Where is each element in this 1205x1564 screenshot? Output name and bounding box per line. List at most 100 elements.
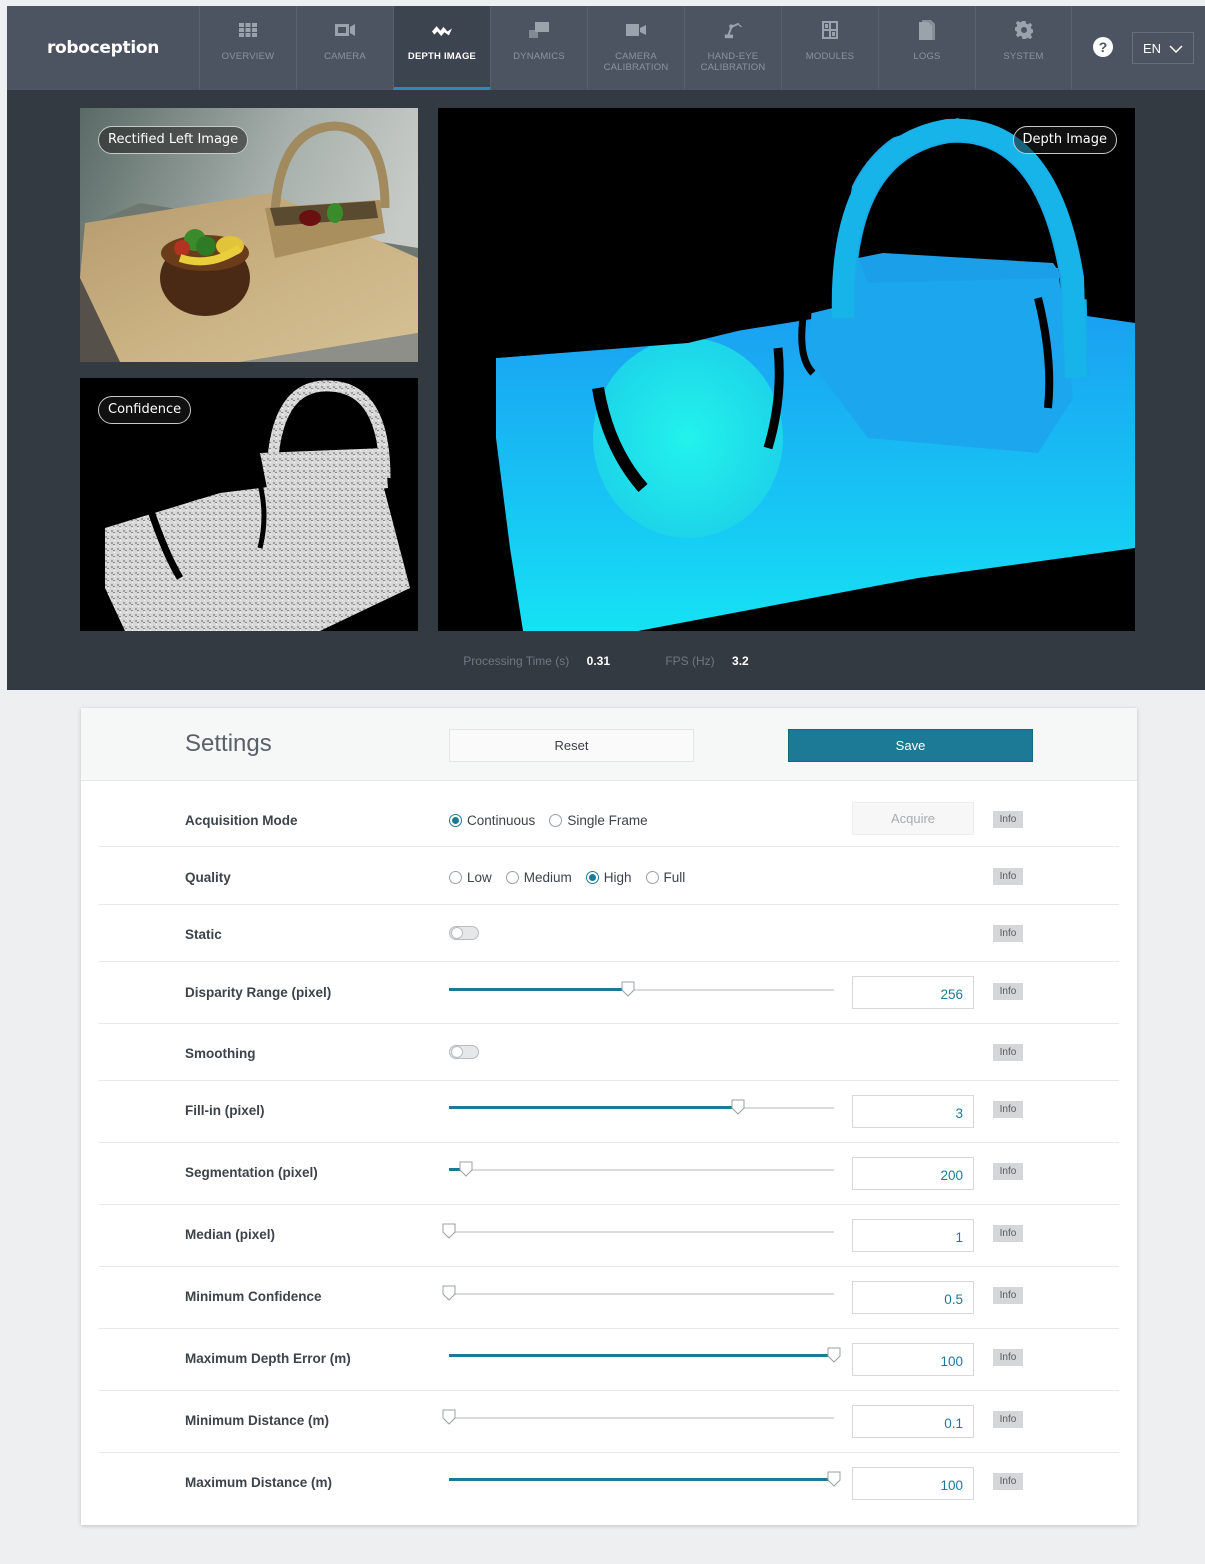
save-button[interactable]: Save — [788, 729, 1033, 762]
slider-thumb[interactable] — [827, 1471, 841, 1487]
fill-in-input[interactable]: 3 — [852, 1095, 974, 1128]
radio-dot[interactable] — [585, 871, 599, 884]
smoothing-toggle[interactable] — [449, 1045, 479, 1059]
info-button[interactable]: Info — [993, 868, 1023, 885]
minimum-confidence-input[interactable]: 0.5 — [852, 1281, 974, 1314]
tab-camera-calibration[interactable]: CAMERA CALIBRATION — [587, 6, 684, 90]
radio-medium[interactable]: Medium — [505, 870, 572, 885]
tab-overview[interactable]: OVERVIEW — [199, 6, 296, 90]
slider-fill — [449, 1354, 834, 1357]
tab-system[interactable]: SYSTEM — [975, 6, 1072, 90]
disparity-range-slider[interactable] — [449, 980, 834, 1000]
static-toggle[interactable] — [449, 926, 479, 940]
rectified-left-image-label: Rectified Left Image — [98, 126, 249, 154]
setting-label: Median (pixel) — [185, 1227, 276, 1242]
setting-label: Static — [185, 927, 222, 942]
depth-image — [438, 108, 1135, 631]
slider-thumb[interactable] — [827, 1347, 841, 1363]
setting-minimum-confidence: Minimum Confidence 0.5 Info — [99, 1267, 1119, 1329]
confidence-panel: Confidence — [80, 378, 418, 631]
info-button[interactable]: Info — [993, 1349, 1023, 1366]
segmentation-slider[interactable] — [449, 1160, 834, 1180]
radio-continuous[interactable]: Continuous — [449, 813, 535, 828]
setting-label: Smoothing — [185, 1046, 256, 1061]
maximum-distance-slider[interactable] — [449, 1470, 841, 1490]
help-icon[interactable]: ? — [1093, 37, 1113, 57]
radio-dot[interactable] — [449, 814, 462, 827]
minimum-distance-slider[interactable] — [442, 1408, 834, 1428]
tab-label: MODULES — [805, 51, 855, 62]
slider-thumb[interactable] — [731, 1099, 745, 1115]
info-button[interactable]: Info — [993, 1225, 1023, 1242]
setting-label: Minimum Distance (m) — [185, 1413, 330, 1428]
info-button[interactable]: Info — [993, 983, 1023, 1000]
settings-rows: Acquisition Mode Continuous Single Frame… — [99, 782, 1119, 1515]
rectified-left-image-panel: Rectified Left Image — [80, 108, 418, 362]
minimum-confidence-slider[interactable] — [442, 1284, 834, 1304]
document-icon — [917, 20, 937, 40]
radio-dot[interactable] — [449, 871, 462, 884]
language-select[interactable]: EN — [1132, 32, 1194, 64]
setting-label: Maximum Depth Error (m) — [185, 1351, 351, 1366]
radio-dot[interactable] — [645, 871, 659, 884]
depth-image-panel: Depth Image — [438, 108, 1135, 631]
gear-icon — [1014, 20, 1034, 40]
modules-icon — [820, 20, 840, 40]
radio-full[interactable]: Full — [645, 870, 685, 885]
setting-label: Segmentation (pixel) — [185, 1165, 318, 1180]
slider-fill — [449, 1478, 834, 1481]
tab-hand-eye-calibration[interactable]: HAND-EYE CALIBRATION — [684, 6, 781, 90]
radio-high[interactable]: High — [585, 870, 632, 885]
fill-in-slider[interactable] — [449, 1098, 834, 1118]
tab-modules[interactable]: MODULES — [781, 6, 878, 90]
info-button[interactable]: Info — [993, 811, 1023, 828]
slider-track — [449, 1293, 834, 1295]
info-button[interactable]: Info — [993, 1101, 1023, 1118]
setting-acquisition-mode: Acquisition Mode Continuous Single Frame… — [99, 782, 1119, 847]
slider-thumb[interactable] — [442, 1223, 456, 1239]
maximum-depth-error-slider[interactable] — [449, 1346, 841, 1366]
slider-thumb[interactable] — [442, 1409, 456, 1425]
slider-thumb[interactable] — [459, 1161, 473, 1177]
median-slider[interactable] — [442, 1222, 834, 1242]
brand-logo[interactable]: roboception — [7, 6, 199, 90]
slider-thumb[interactable] — [442, 1285, 456, 1301]
image-view: Rectified Left Image Confidence Depth Im… — [7, 90, 1205, 690]
info-button[interactable]: Info — [993, 1287, 1023, 1304]
info-button[interactable]: Info — [993, 1044, 1023, 1061]
setting-disparity-range: Disparity Range (pixel) 256 Info — [99, 962, 1119, 1024]
tab-dynamics[interactable]: DYNAMICS — [490, 6, 587, 90]
chevron-down-icon — [1169, 41, 1183, 56]
settings-card: Settings Reset Save Acquisition Mode Con… — [81, 708, 1137, 1525]
slider-track — [449, 1169, 834, 1171]
info-button[interactable]: Info — [993, 1473, 1023, 1490]
settings-header: Settings Reset Save — [81, 708, 1137, 781]
slider-track — [449, 1417, 834, 1419]
disparity-range-input[interactable]: 256 — [852, 976, 974, 1009]
minimum-distance-input[interactable]: 0.1 — [852, 1405, 974, 1438]
radio-label: Medium — [523, 870, 572, 885]
depth-image-label: Depth Image — [1012, 126, 1117, 154]
acquisition-mode-radios: Continuous Single Frame — [449, 813, 648, 828]
processing-time-value: 0.31 — [586, 654, 610, 668]
tab-depth-image[interactable]: DEPTH IMAGE — [393, 6, 490, 90]
median-input[interactable]: 1 — [852, 1219, 974, 1252]
tab-logs[interactable]: LOGS — [878, 6, 975, 90]
setting-label: Disparity Range (pixel) — [185, 985, 332, 1000]
radio-dot[interactable] — [549, 814, 563, 827]
slider-thumb[interactable] — [621, 981, 635, 997]
radio-label: High — [603, 870, 632, 885]
radio-single-frame[interactable]: Single Frame — [549, 813, 648, 828]
processing-stats: Processing Time (s) 0.31 FPS (Hz) 3.2 — [7, 654, 1205, 668]
maximum-distance-input[interactable]: 100 — [852, 1467, 974, 1500]
info-button[interactable]: Info — [993, 1411, 1023, 1428]
tab-camera[interactable]: CAMERA — [296, 6, 393, 90]
reset-button[interactable]: Reset — [449, 729, 694, 762]
info-button[interactable]: Info — [993, 925, 1023, 942]
radio-dot[interactable] — [505, 871, 519, 884]
maximum-depth-error-input[interactable]: 100 — [852, 1343, 974, 1376]
segmentation-input[interactable]: 200 — [852, 1157, 974, 1190]
info-button[interactable]: Info — [993, 1163, 1023, 1180]
radio-low[interactable]: Low — [449, 870, 492, 885]
acquire-button[interactable]: Acquire — [852, 802, 974, 835]
